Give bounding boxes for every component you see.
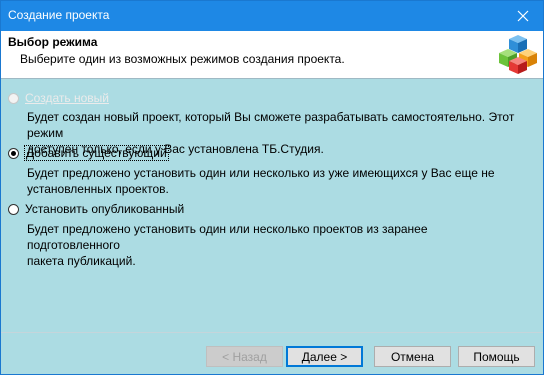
help-button[interactable]: Помощь	[458, 346, 535, 367]
close-button[interactable]	[503, 1, 543, 31]
description-line: Будет создан новый проект, который Вы см…	[27, 110, 515, 140]
next-button[interactable]: Далее >	[286, 346, 363, 367]
option-label-install-published: Установить опубликованный	[25, 202, 185, 216]
wizard-header: Выбор режима Выберите один из возможных …	[1, 31, 543, 79]
description-line: Будет предложено установить один или нес…	[27, 222, 428, 252]
option-install-published[interactable]: Установить опубликованный	[8, 202, 184, 216]
title-bar: Создание проекта	[1, 1, 543, 31]
option-create-new[interactable]: Создать новый	[8, 91, 109, 105]
description-line: Будет предложено установить один или нес…	[27, 166, 495, 180]
back-button[interactable]: < Назад	[206, 346, 283, 367]
close-icon	[517, 10, 529, 22]
radio-install-published[interactable]	[8, 203, 19, 215]
option-description-add-existing: Будет предложено установить один или нес…	[27, 165, 517, 197]
footer-divider	[1, 332, 543, 333]
radio-create-new[interactable]	[8, 92, 19, 104]
cubes-icon	[499, 35, 537, 74]
project-creation-dialog: Создание проекта Выбор режима Выберите о…	[0, 0, 544, 375]
header-subtitle: Выберите один из возможных режимов созда…	[20, 52, 345, 66]
description-line: установленных проектов.	[27, 182, 169, 196]
option-add-existing[interactable]: Добавить существующий	[8, 145, 169, 161]
description-line: пакета публикаций.	[27, 254, 136, 268]
header-title: Выбор режима	[8, 35, 98, 49]
cancel-button[interactable]: Отмена	[374, 346, 451, 367]
option-label-add-existing: Добавить существующий	[24, 145, 169, 161]
option-label-create-new: Создать новый	[25, 91, 109, 105]
option-description-install-published: Будет предложено установить один или нес…	[27, 221, 517, 269]
window-title: Создание проекта	[8, 8, 110, 22]
radio-add-existing[interactable]	[8, 147, 19, 159]
